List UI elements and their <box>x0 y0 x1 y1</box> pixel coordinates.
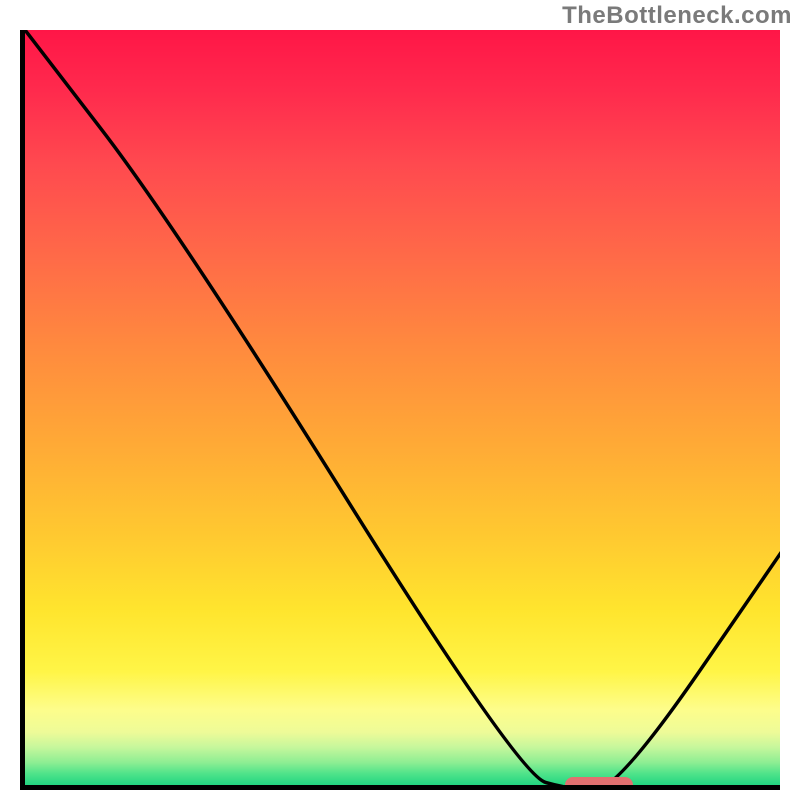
bottleneck-curve <box>25 30 780 790</box>
watermark-text: TheBottleneck.com <box>562 2 792 30</box>
optimum-marker <box>565 777 633 790</box>
plot-frame <box>20 30 780 790</box>
chart-canvas: TheBottleneck.com <box>0 0 800 800</box>
bottleneck-curve-path <box>25 30 780 790</box>
